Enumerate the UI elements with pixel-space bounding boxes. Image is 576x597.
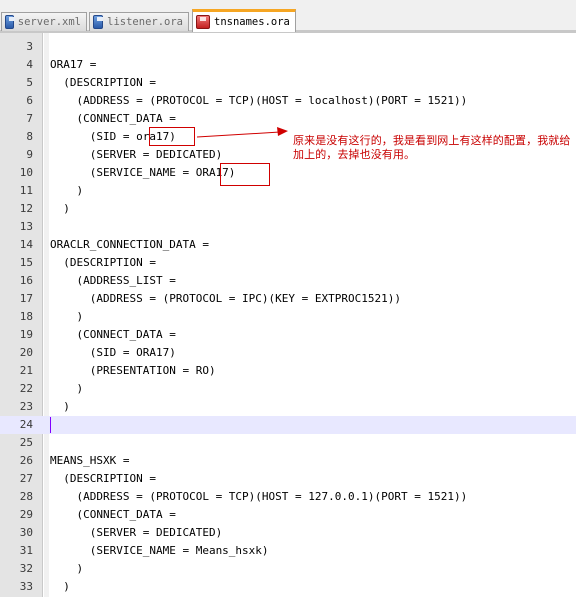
saved-file-icon bbox=[5, 15, 15, 29]
tab-bar: server.xml listener.ora tnsnames.ora bbox=[0, 0, 576, 33]
tab-label: tnsnames.ora bbox=[214, 16, 290, 28]
tab-label: listener.ora bbox=[107, 16, 183, 28]
arrow-head bbox=[277, 127, 288, 136]
code-editor[interactable]: 3 4 ORA17 = 5 (DESCRIPTION = 6 (ADDRESS = (P… bbox=[0, 33, 576, 597]
arrow-shaft bbox=[196, 131, 281, 138]
saved-file-icon bbox=[93, 15, 104, 29]
tab-server-xml[interactable]: server.xml bbox=[1, 12, 87, 31]
tab-tnsnames-ora[interactable]: tnsnames.ora bbox=[192, 9, 296, 32]
unsaved-file-icon bbox=[196, 15, 210, 29]
annotation-arrow bbox=[196, 127, 288, 138]
tab-listener-ora[interactable]: listener.ora bbox=[89, 12, 189, 31]
tab-label: server.xml bbox=[17, 16, 81, 28]
annotation-note: 原来是没有这行的，我是看到网上有这样的配置，我就给加上的，去掉也没有用。 bbox=[293, 134, 571, 161]
